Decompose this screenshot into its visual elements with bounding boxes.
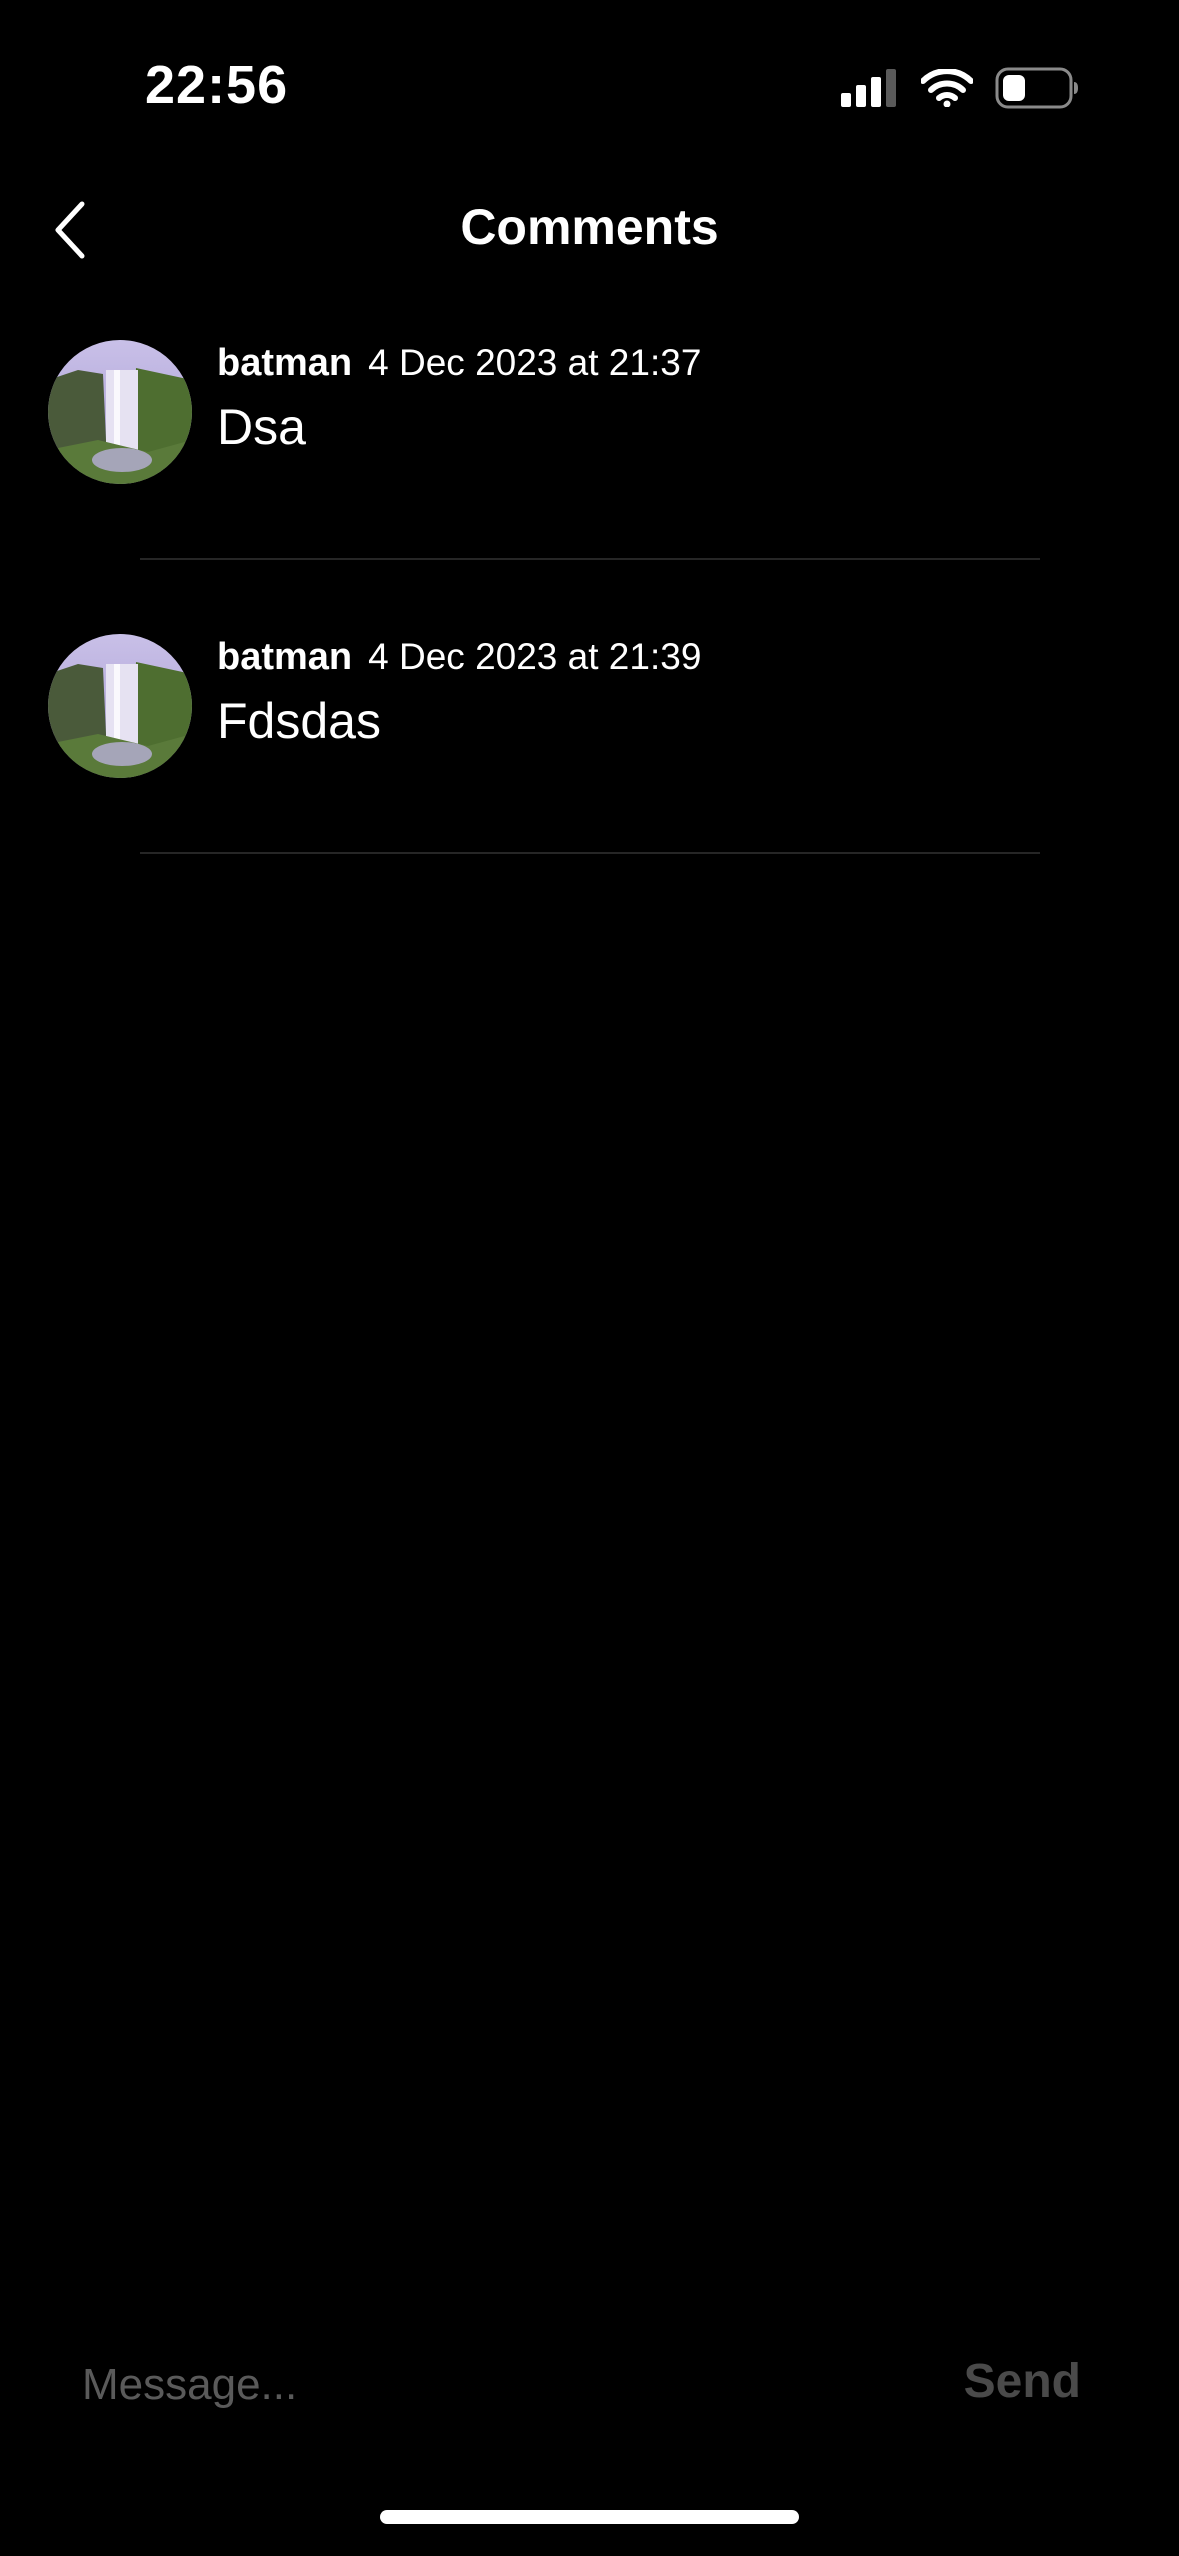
- comment-text: Fdsdas: [217, 693, 381, 749]
- status-time: 22:56: [145, 55, 289, 115]
- avatar[interactable]: [48, 340, 192, 484]
- page-title: Comments: [460, 199, 719, 255]
- battery-icon: [995, 67, 1078, 109]
- username[interactable]: batman: [217, 342, 352, 385]
- comment-item: batman 4 Dec 2023 at 21:39 Fdsdas: [0, 634, 1179, 864]
- timestamp: 4 Dec 2023 at 21:37: [368, 342, 702, 383]
- timestamp: 4 Dec 2023 at 21:39: [368, 636, 702, 677]
- wifi-icon: [921, 69, 973, 107]
- waterfall-avatar-image: [48, 340, 192, 484]
- comment-header: batman 4 Dec 2023 at 21:39: [217, 636, 701, 679]
- send-button[interactable]: Send: [964, 2354, 1081, 2409]
- comment-composer: Send: [0, 2340, 1179, 2440]
- nav-bar: Comments: [0, 170, 1179, 290]
- divider: [140, 852, 1040, 854]
- username[interactable]: batman: [217, 636, 352, 679]
- home-indicator[interactable]: [380, 2510, 799, 2524]
- message-input[interactable]: [82, 2350, 882, 2420]
- comment-text: Dsa: [217, 399, 306, 455]
- cellular-signal-icon: [841, 69, 896, 107]
- avatar[interactable]: [48, 634, 192, 778]
- comment-item: batman 4 Dec 2023 at 21:37 Dsa: [0, 340, 1179, 570]
- status-icons: [841, 66, 1079, 110]
- status-bar: 22:56: [0, 0, 1179, 170]
- divider: [140, 558, 1040, 560]
- waterfall-avatar-image: [48, 634, 192, 778]
- comment-header: batman 4 Dec 2023 at 21:37: [217, 342, 701, 385]
